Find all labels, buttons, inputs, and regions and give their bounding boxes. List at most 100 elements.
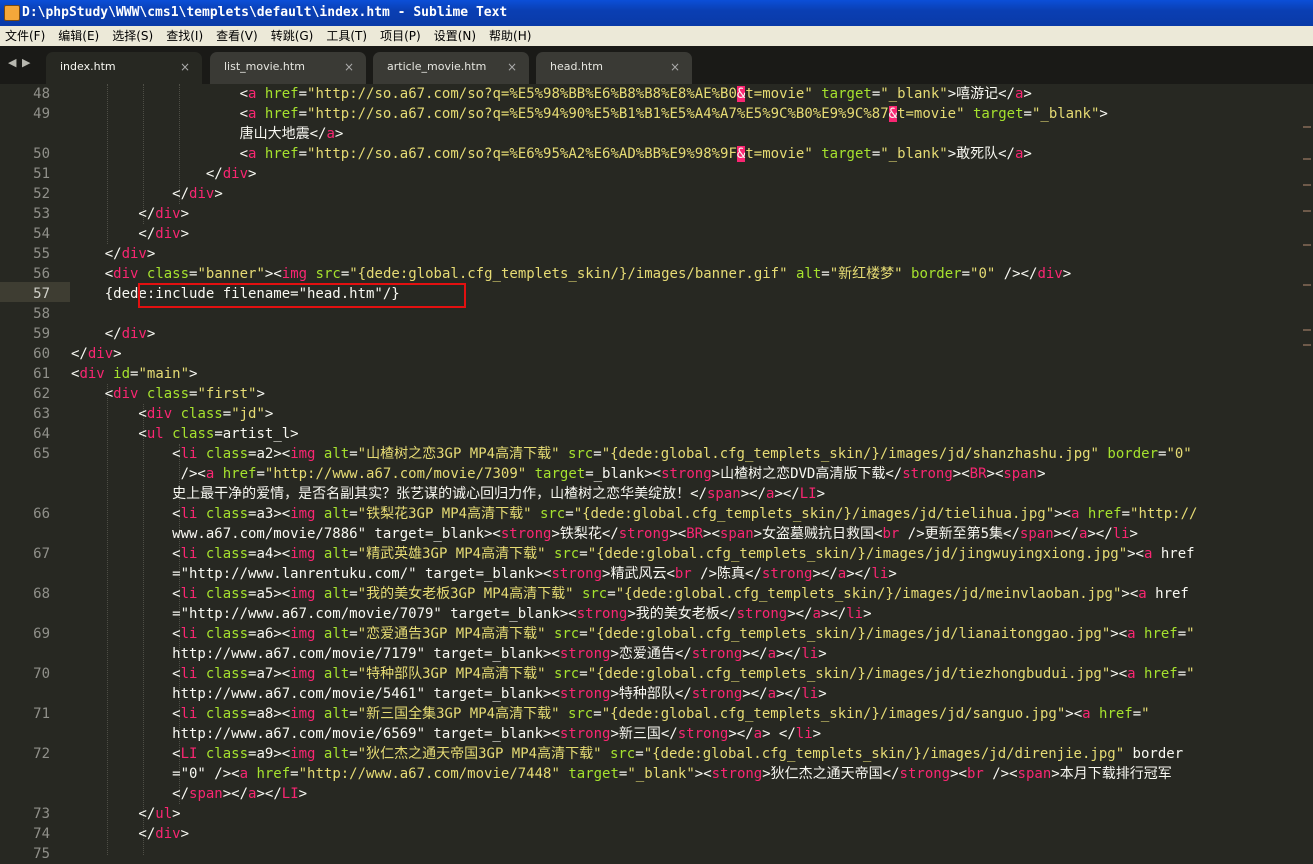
line-number: 69 xyxy=(33,626,50,642)
line-number: 50 xyxy=(33,146,50,162)
code-line: </div> xyxy=(71,246,156,262)
menu-bar: 文件(F) 编辑(E) 选择(S) 查找(I) 查看(V) 转跳(G) 工具(T) 项目(P)… xyxy=(0,26,1313,47)
close-icon[interactable]: × xyxy=(507,52,517,82)
code-line: </div> xyxy=(71,826,190,842)
code-line: ="0" /><a href="http://www.a67.com/movie… xyxy=(71,766,1172,782)
line-number: 60 xyxy=(33,346,50,362)
close-icon[interactable]: × xyxy=(670,52,680,82)
code-line: </div> xyxy=(71,206,190,222)
menu-help[interactable]: 帮助(H) xyxy=(489,26,531,46)
code-line: <div id="main"> xyxy=(71,366,198,382)
minimap-mark xyxy=(1303,329,1311,331)
code-editor[interactable]: <a href="http://so.a67.com/so?q=%E5%98%B… xyxy=(71,84,1301,855)
code-line: </div> xyxy=(71,326,156,342)
code-line: 唐山大地震</a> xyxy=(71,126,344,142)
minimap[interactable] xyxy=(1301,84,1313,855)
code-line: <li class=a7><img alt="特种部队3GP MP4高清下载" … xyxy=(71,666,1195,682)
minimap-mark xyxy=(1303,184,1311,186)
line-number: 62 xyxy=(33,386,50,402)
line-number: 56 xyxy=(33,266,50,282)
code-line: ="http://www.a67.com/movie/7079" target=… xyxy=(71,606,872,622)
line-number: 49 xyxy=(33,106,50,122)
tab-label: list_movie.htm xyxy=(224,60,305,73)
minimap-mark xyxy=(1303,344,1311,346)
code-line: 史上最干净的爱情，是否名副其实？张艺谋的诚心回归力作，山楂树之恋华美绽放！</s… xyxy=(71,486,826,502)
code-line: <LI class=a9><img alt="狄仁杰之通天帝国3GP MP4高清… xyxy=(71,746,1184,762)
code-line: <a href="http://so.a67.com/so?q=%E6%95%A… xyxy=(71,146,1032,162)
menu-selection[interactable]: 选择(S) xyxy=(112,26,153,46)
line-number: 52 xyxy=(33,186,50,202)
code-line: <a href="http://so.a67.com/so?q=%E5%98%B… xyxy=(71,86,1032,102)
code-line: <li class=a6><img alt="恋爱通告3GP MP4高清下载" … xyxy=(71,626,1195,642)
line-number: 72 xyxy=(33,746,50,762)
menu-preferences[interactable]: 设置(N) xyxy=(434,26,476,46)
code-line: </ul> xyxy=(71,806,181,822)
code-line: </span></a></LI> xyxy=(71,786,308,802)
close-icon[interactable]: × xyxy=(344,52,354,82)
line-number: 61 xyxy=(33,366,50,382)
line-number: 51 xyxy=(33,166,50,182)
code-line: </div> xyxy=(71,346,122,362)
tab-next-icon[interactable]: ▶ xyxy=(22,56,30,69)
minimap-mark xyxy=(1303,210,1311,212)
code-line: </div> xyxy=(71,166,257,182)
code-line: <div class="first"> xyxy=(71,386,265,402)
menu-edit[interactable]: 编辑(E) xyxy=(58,26,99,46)
code-line: <li class=a3><img alt="铁梨花3GP MP4高清下载" s… xyxy=(71,506,1198,522)
highlight-box xyxy=(138,283,466,308)
code-line: http://www.a67.com/movie/5461" target=_b… xyxy=(71,686,827,702)
code-line: <li class=a2><img alt="山楂树之恋3GP MP4高清下载"… xyxy=(71,446,1192,462)
code-line: </div> xyxy=(71,186,223,202)
line-number: 68 xyxy=(33,586,50,602)
line-number: 75 xyxy=(33,846,50,862)
code-line: <li class=a8><img alt="新三国全集3GP MP4高清下载"… xyxy=(71,706,1150,722)
tab-head-htm[interactable]: head.htm × xyxy=(536,52,692,84)
tab-label: index.htm xyxy=(60,60,116,73)
tab-index-htm[interactable]: index.htm × xyxy=(46,52,202,84)
line-number: 65 xyxy=(33,446,50,462)
tab-list-movie-htm[interactable]: list_movie.htm × xyxy=(210,52,366,84)
sublime-app-icon xyxy=(4,5,20,21)
menu-project[interactable]: 项目(P) xyxy=(380,26,421,46)
line-number: 55 xyxy=(33,246,50,262)
menu-find[interactable]: 查找(I) xyxy=(166,26,203,46)
menu-goto[interactable]: 转跳(G) xyxy=(271,26,314,46)
tab-prev-icon[interactable]: ◀ xyxy=(8,56,16,69)
menu-file[interactable]: 文件(F) xyxy=(5,26,45,46)
code-line: <div class="jd"> xyxy=(71,406,274,422)
menu-tools[interactable]: 工具(T) xyxy=(326,26,367,46)
tab-article-movie-htm[interactable]: article_movie.htm × xyxy=(373,52,529,84)
line-number: 67 xyxy=(33,546,50,562)
minimap-mark xyxy=(1303,244,1311,246)
line-number: 71 xyxy=(33,706,50,722)
code-line: <div class="banner"><img src="{dede:glob… xyxy=(71,266,1072,282)
minimap-mark xyxy=(1303,284,1311,286)
code-line: <a href="http://so.a67.com/so?q=%E5%94%9… xyxy=(71,106,1108,122)
line-number-gutter: 48 49 50 51 52 53 54 55 56 57 58 59 60 6… xyxy=(0,84,70,862)
tab-label: article_movie.htm xyxy=(387,60,487,73)
code-line: </div> xyxy=(71,226,190,242)
line-number: 54 xyxy=(33,226,50,242)
menu-view[interactable]: 查看(V) xyxy=(216,26,258,46)
close-icon[interactable]: × xyxy=(180,52,190,82)
line-number: 63 xyxy=(33,406,50,422)
tab-label: head.htm xyxy=(550,60,603,73)
window-title: D:\phpStudy\WWW\cms1\templets\default\in… xyxy=(22,5,508,20)
line-number: 74 xyxy=(33,826,50,842)
code-line: www.a67.com/movie/7886" target=_blank><s… xyxy=(71,526,1138,542)
current-line-number: 57 xyxy=(33,286,50,302)
code-line: http://www.a67.com/movie/6569" target=_b… xyxy=(71,726,822,742)
line-number: 59 xyxy=(33,326,50,342)
tab-bar: ◀ ▶ index.htm × list_movie.htm × article_m… xyxy=(0,46,1313,84)
minimap-mark xyxy=(1303,126,1311,128)
line-number: 48 xyxy=(33,86,50,102)
title-bar: D:\phpStudy\WWW\cms1\templets\default\in… xyxy=(0,0,1313,26)
line-number: 58 xyxy=(33,306,50,322)
code-line: <li class=a4><img alt="精武英雄3GP MP4高清下载" … xyxy=(71,546,1195,562)
line-number: 73 xyxy=(33,806,50,822)
code-line: ="http://www.lanrentuku.com/" target=_bl… xyxy=(71,566,897,582)
minimap-mark xyxy=(1303,158,1311,160)
line-number: 66 xyxy=(33,506,50,522)
code-line: <li class=a5><img alt="我的美女老板3GP MP4高清下载… xyxy=(71,586,1189,602)
code-line: /><a href="http://www.a67.com/movie/7309… xyxy=(71,466,1046,482)
